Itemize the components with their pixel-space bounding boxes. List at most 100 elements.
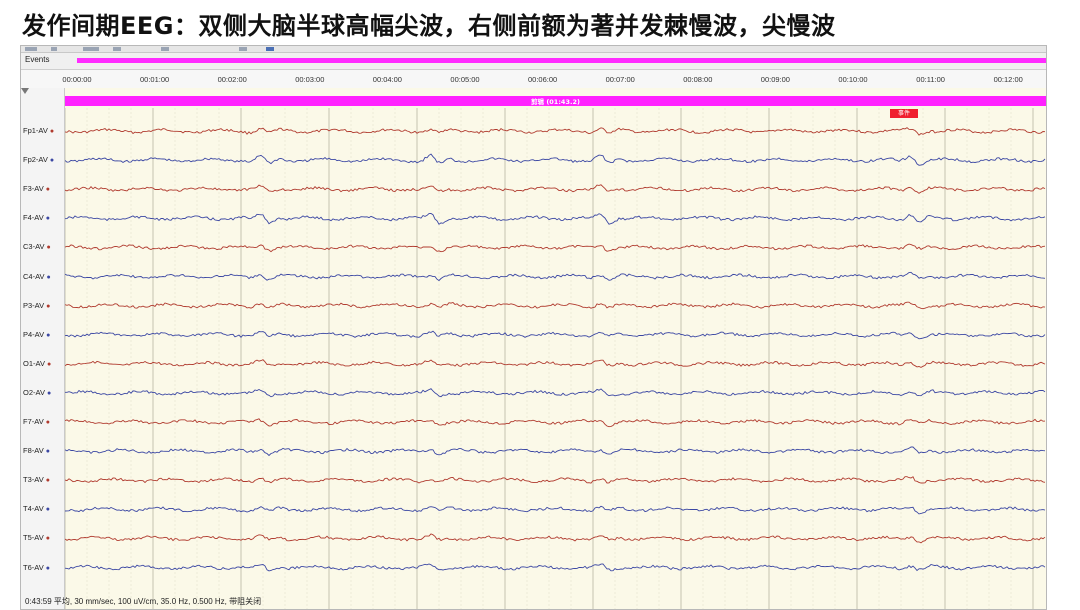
channel-label-text: O2-AV bbox=[23, 387, 45, 397]
time-tick-label: 00:03:00 bbox=[295, 75, 325, 84]
dot-icon: ● bbox=[49, 128, 55, 135]
channel-label-text: P3-AV bbox=[23, 300, 45, 310]
channel-label-text: T3-AV bbox=[23, 475, 44, 485]
eeg-trace bbox=[65, 563, 1046, 572]
eeg-trace bbox=[65, 418, 1046, 428]
eeg-trace bbox=[65, 184, 1046, 194]
pointer-triangle-icon[interactable] bbox=[21, 88, 29, 94]
time-tick-label: 00:07:00 bbox=[605, 75, 635, 84]
time-tick-label: 00:11:00 bbox=[916, 75, 945, 84]
toolbar-button[interactable] bbox=[239, 47, 247, 51]
dot-icon: ● bbox=[46, 302, 51, 310]
toolbar-button[interactable] bbox=[113, 47, 121, 51]
channel-label-text: P4-AV bbox=[23, 329, 45, 339]
events-label: Events bbox=[25, 55, 50, 64]
channel-label-text: T4-AV bbox=[23, 504, 44, 514]
time-tick-label: 00:05:00 bbox=[450, 75, 480, 84]
eeg-trace bbox=[65, 271, 1046, 282]
channel-label-text: C4-AV bbox=[23, 271, 45, 281]
eeg-trace bbox=[65, 476, 1046, 484]
dot-icon: ● bbox=[45, 535, 50, 543]
time-tick-label: 00:06:00 bbox=[527, 75, 558, 84]
eeg-trace bbox=[65, 533, 1046, 544]
eeg-traces bbox=[65, 108, 1046, 609]
channel-label[interactable]: T6-AV ● bbox=[23, 563, 50, 572]
channel-label[interactable]: Fp1-AV ● bbox=[23, 126, 54, 135]
channel-label-text: F4-AV bbox=[23, 213, 44, 223]
channel-label[interactable]: P3-AV ● bbox=[23, 301, 50, 310]
channel-label-text: T5-AV bbox=[23, 533, 44, 543]
dot-icon: ● bbox=[45, 419, 50, 426]
eeg-trace bbox=[65, 359, 1046, 368]
toolbar-button-selected[interactable] bbox=[266, 47, 274, 51]
event-band[interactable]: 剪辑 (01:43.2) bbox=[65, 96, 1046, 106]
time-tick-label: 00:00:00 bbox=[62, 75, 92, 84]
toolbar bbox=[21, 46, 1046, 53]
channel-label[interactable]: T3-AV ● bbox=[23, 475, 50, 484]
status-line: 0:43:59 平均, 30 mm/sec, 100 uV/cm, 35.0 H… bbox=[25, 597, 262, 606]
eeg-chart-area: Fp1-AV ● Fp2-AV ● F3-AV ● F4-AV ● C3-AV ● C4-AV ● P3… bbox=[21, 88, 1046, 609]
time-tick-label: 00:12:00 bbox=[993, 75, 1023, 84]
channel-label-text: F8-AV bbox=[23, 446, 44, 456]
dot-icon: ● bbox=[46, 389, 52, 397]
time-tick-label: 00:02:00 bbox=[217, 75, 247, 84]
time-tick-label: 00:08:00 bbox=[683, 75, 713, 84]
channel-label[interactable]: F7-AV ● bbox=[23, 417, 50, 426]
dot-icon: ● bbox=[46, 244, 51, 252]
channel-label[interactable]: O1-AV ● bbox=[23, 359, 51, 368]
events-track[interactable]: Events bbox=[21, 54, 1046, 68]
time-ruler[interactable]: 00:00:00 00:01:00 00:02:00 00:03:00 00:04:00… bbox=[21, 69, 1046, 89]
eeg-trace bbox=[65, 243, 1046, 253]
dot-icon: ● bbox=[45, 215, 50, 223]
eeg-trace bbox=[65, 153, 1046, 166]
channel-label[interactable]: F4-AV ● bbox=[23, 213, 50, 222]
eeg-trace bbox=[65, 388, 1046, 398]
time-tick-label: 00:09:00 bbox=[760, 75, 790, 84]
events-strip[interactable] bbox=[77, 58, 1046, 63]
eeg-trace bbox=[65, 127, 1046, 136]
event-marker[interactable]: 事件 bbox=[890, 109, 918, 118]
eeg-trace bbox=[65, 446, 1046, 457]
toolbar-button[interactable] bbox=[51, 47, 57, 51]
toolbar-button[interactable] bbox=[25, 47, 37, 51]
dot-icon: ● bbox=[46, 331, 51, 339]
dot-icon: ● bbox=[45, 448, 50, 456]
channel-label[interactable]: F3-AV ● bbox=[23, 184, 50, 193]
dot-icon: ● bbox=[45, 477, 50, 485]
eeg-trace bbox=[65, 505, 1046, 515]
channel-label[interactable]: T4-AV ● bbox=[23, 504, 50, 513]
channel-label-text: F7-AV bbox=[23, 417, 44, 426]
time-tick-label: 00:04:00 bbox=[372, 75, 402, 84]
time-tick-label: 00:01:00 bbox=[139, 75, 170, 84]
dot-icon: ● bbox=[45, 564, 50, 572]
eeg-trace bbox=[65, 301, 1046, 310]
toolbar-button[interactable] bbox=[83, 47, 99, 51]
channel-label[interactable]: O2-AV ● bbox=[23, 388, 51, 397]
channel-label-text: T6-AV bbox=[23, 562, 44, 572]
dot-icon: ● bbox=[46, 273, 51, 281]
channel-label[interactable]: P4-AV ● bbox=[23, 330, 50, 339]
channel-label-text: C3-AV bbox=[23, 242, 45, 252]
channel-label[interactable]: C4-AV ● bbox=[23, 272, 51, 281]
dot-icon: ● bbox=[45, 186, 50, 194]
eeg-trace bbox=[65, 330, 1046, 340]
trace-area[interactable]: 剪辑 (01:43.2) 事件 bbox=[65, 88, 1046, 609]
slide-title: 发作间期EEG：双侧大脑半球高幅尖波，右侧前额为著并发棘慢波，尖慢波 bbox=[22, 12, 836, 40]
channel-label-text: O1-AV bbox=[23, 358, 45, 368]
channel-label[interactable]: T5-AV ● bbox=[23, 533, 50, 542]
eeg-trace bbox=[65, 213, 1046, 225]
dot-icon: ● bbox=[45, 506, 50, 514]
event-band-text: 剪辑 (01:43.2) bbox=[531, 98, 580, 106]
channel-label-text: Fp2-AV bbox=[23, 155, 48, 165]
time-tick-label: 00:10:00 bbox=[838, 75, 868, 84]
channel-label-text: F3-AV bbox=[23, 184, 44, 194]
dot-icon: ● bbox=[49, 157, 55, 165]
channel-label[interactable]: C3-AV ● bbox=[23, 242, 51, 251]
channel-label-column: Fp1-AV ● Fp2-AV ● F3-AV ● F4-AV ● C3-AV ● C4-AV ● P3… bbox=[21, 88, 65, 609]
channel-label[interactable]: Fp2-AV ● bbox=[23, 155, 54, 164]
eeg-viewer-window: Events 00:00:00 00:01:00 00:02:00 00:03:00 0… bbox=[20, 45, 1047, 610]
toolbar-button[interactable] bbox=[161, 47, 169, 51]
dot-icon: ● bbox=[46, 360, 52, 368]
channel-label[interactable]: F8-AV ● bbox=[23, 446, 50, 455]
channel-label-text: Fp1-AV bbox=[23, 126, 48, 135]
